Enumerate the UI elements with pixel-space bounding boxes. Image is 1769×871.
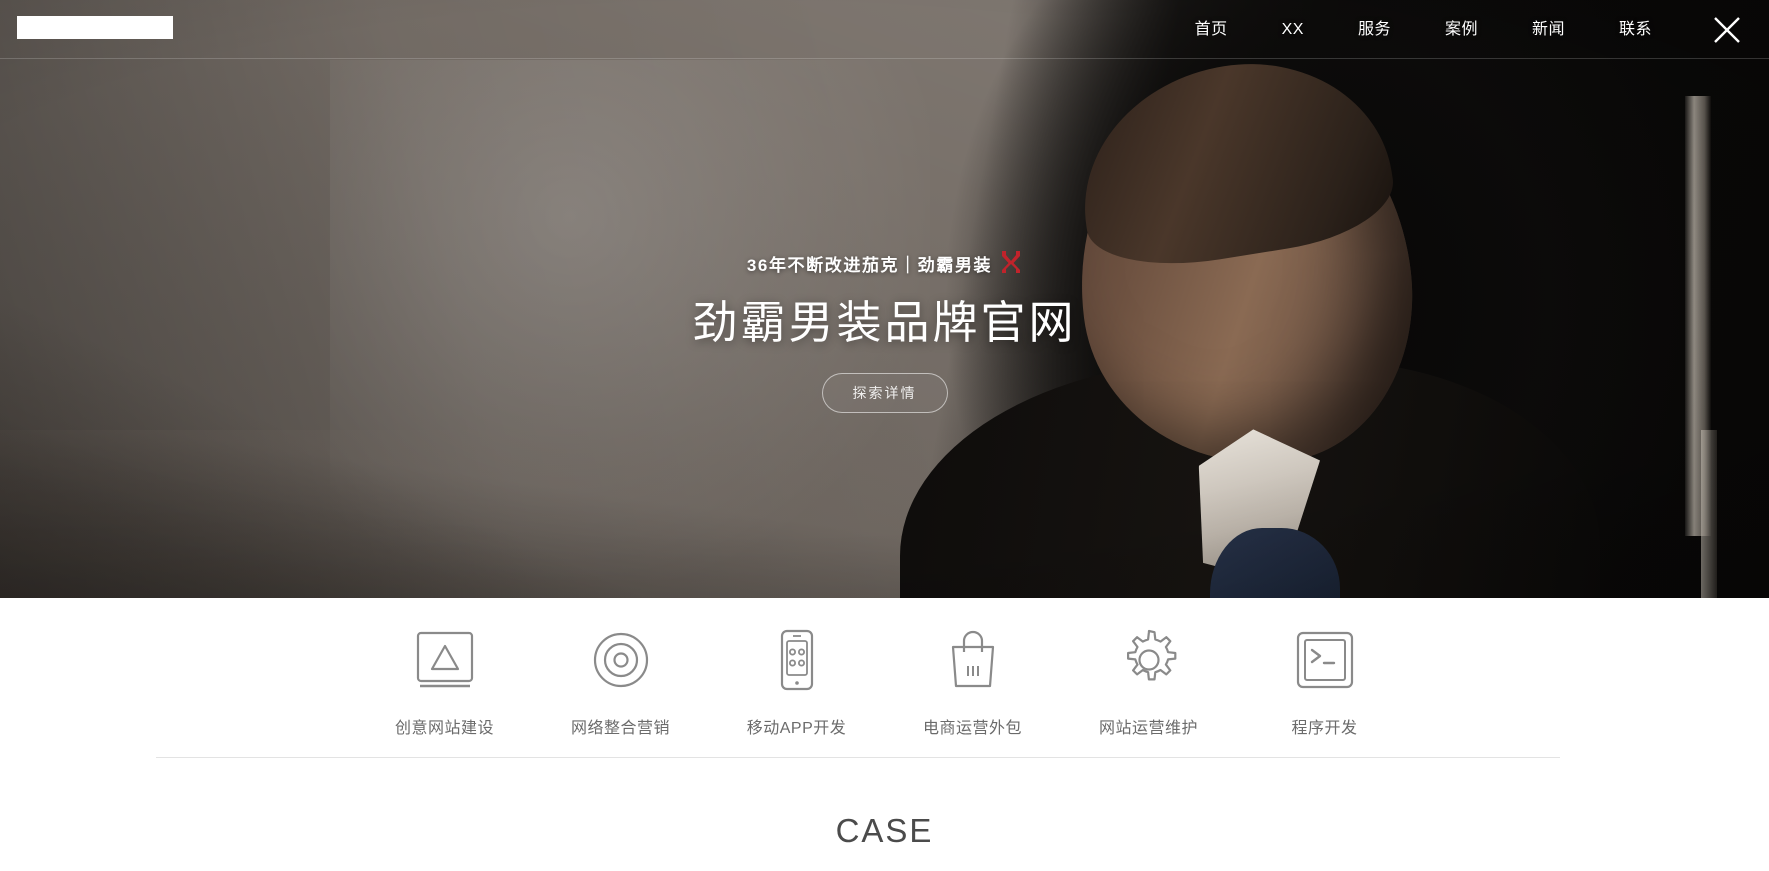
service-item-app-dev[interactable]: 移动APP开发 bbox=[738, 626, 856, 738]
nav-item-cases[interactable]: 案例 bbox=[1418, 0, 1505, 59]
nav-item-contact[interactable]: 联系 bbox=[1592, 0, 1679, 59]
service-item-maintenance[interactable]: 网站运营维护 bbox=[1090, 626, 1208, 738]
nav-item-services[interactable]: 服务 bbox=[1331, 0, 1418, 59]
service-item-ecommerce[interactable]: 电商运营外包 bbox=[914, 626, 1032, 738]
service-label: 移动APP开发 bbox=[746, 720, 847, 737]
terminal-prompt-icon bbox=[1266, 626, 1384, 696]
section-divider bbox=[156, 757, 1560, 758]
nav-item-home[interactable]: 首页 bbox=[1168, 0, 1255, 59]
service-label: 网站运营维护 bbox=[1098, 720, 1198, 737]
hero-subtitle-row: 36年不断改进茄克｜劲霸男装 bbox=[747, 250, 1022, 277]
studio-light-stand-lower bbox=[1701, 430, 1717, 598]
gear-icon bbox=[1090, 626, 1208, 696]
close-icon[interactable] bbox=[1707, 10, 1747, 50]
hero-content: 36年不断改进茄克｜劲霸男装 劲霸男装品牌官网 探索详情 bbox=[0, 250, 1769, 413]
service-item-web-design[interactable]: 创意网站建设 bbox=[386, 626, 504, 738]
services-container: 创意网站建设 网络整合营销 移动APP开发 电商运营外包 网站运营维护 程序开发 bbox=[183, 598, 1587, 738]
hero-cta-button[interactable]: 探索详情 bbox=[821, 373, 948, 413]
hero-title: 劲霸男装品牌官网 bbox=[692, 297, 1077, 348]
site-header: 首页 XX 服务 案例 新闻 联系 bbox=[0, 0, 1769, 59]
service-item-programming[interactable]: 程序开发 bbox=[1266, 626, 1384, 738]
hero-subtitle: 36年不断改进茄克｜劲霸男装 bbox=[746, 256, 993, 275]
site-logo[interactable] bbox=[17, 16, 173, 39]
main-navigation: 首页 XX 服务 案例 新闻 联系 bbox=[1168, 0, 1679, 59]
brand-mark-icon bbox=[1000, 250, 1022, 277]
nav-item-xx[interactable]: XX bbox=[1255, 0, 1331, 59]
shopping-bag-icon bbox=[914, 626, 1032, 696]
services-section: 创意网站建设 网络整合营销 移动APP开发 电商运营外包 网站运营维护 程序开发… bbox=[0, 598, 1769, 871]
service-label: 网络整合营销 bbox=[570, 720, 670, 737]
service-label: 创意网站建设 bbox=[394, 720, 494, 737]
service-label: 电商运营外包 bbox=[922, 720, 1022, 737]
square-triangle-icon bbox=[386, 626, 504, 696]
service-item-marketing[interactable]: 网络整合营销 bbox=[562, 626, 680, 738]
services-list: 创意网站建设 网络整合营销 移动APP开发 电商运营外包 网站运营维护 程序开发 bbox=[183, 598, 1587, 738]
concentric-circles-icon bbox=[562, 626, 680, 696]
page-root: 首页 XX 服务 案例 新闻 联系 36年不断改进茄克｜劲霸男装 劲霸男装品牌官… bbox=[0, 0, 1769, 871]
case-section-heading: CASE bbox=[835, 812, 934, 849]
nav-item-news[interactable]: 新闻 bbox=[1505, 0, 1592, 59]
mobile-phone-icon bbox=[738, 626, 856, 696]
service-label: 程序开发 bbox=[1291, 720, 1358, 737]
